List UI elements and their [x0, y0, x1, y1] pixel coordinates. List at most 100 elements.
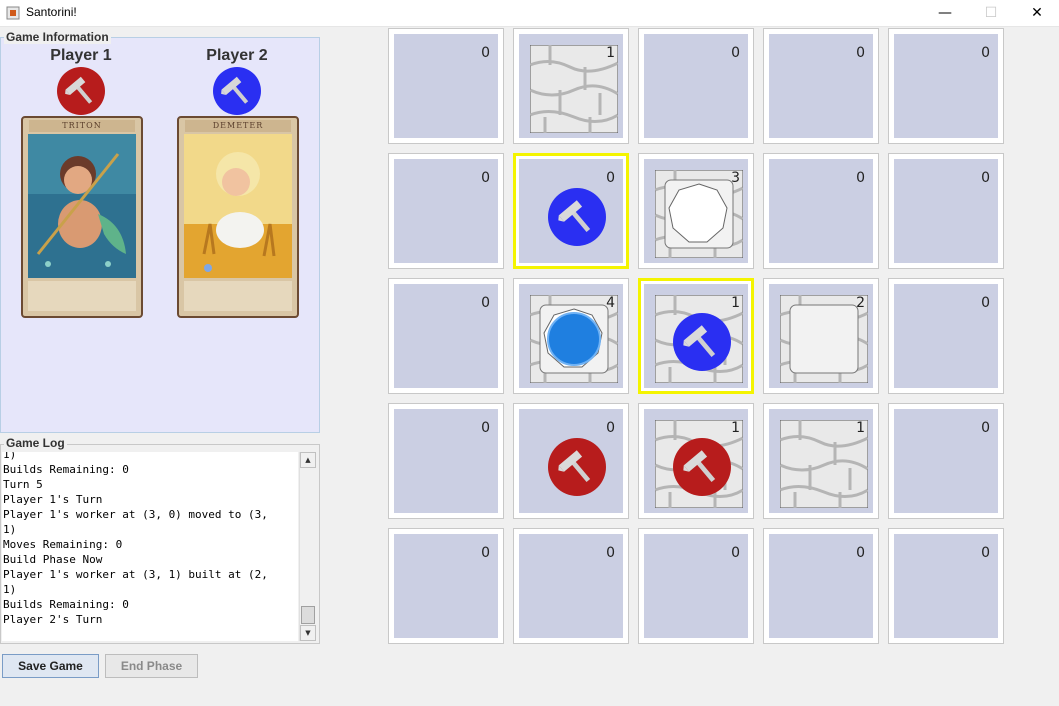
cell-level-label: 0 — [981, 45, 990, 61]
log-line: 1) — [3, 452, 17, 461]
game-information-title: Game Information — [4, 30, 111, 44]
board-cell[interactable]: 0 — [763, 528, 879, 644]
log-line: 1) — [3, 583, 17, 596]
cell-surface: 0 — [894, 409, 998, 513]
board-cell[interactable]: 1 — [638, 278, 754, 394]
maximize-button[interactable]: ☐ — [968, 0, 1014, 26]
board-cell[interactable]: 0 — [513, 403, 629, 519]
board-cell[interactable]: 0 — [763, 153, 879, 269]
board-cell[interactable]: 0 — [388, 278, 504, 394]
hammer-icon — [558, 200, 591, 233]
cell-level-label: 0 — [856, 545, 865, 561]
cell-level-label: 0 — [731, 45, 740, 61]
board-cell[interactable]: 1 — [763, 403, 879, 519]
demeter-illustration — [184, 134, 292, 278]
player1-token — [57, 67, 105, 115]
title-bar: Santorini! — ☐ ✕ — [0, 0, 1059, 27]
game-log-title: Game Log — [4, 436, 67, 450]
scroll-up-arrow-icon[interactable]: ▲ — [300, 452, 316, 468]
cell-surface: 0 — [519, 534, 623, 638]
cell-level-label: 0 — [481, 170, 490, 186]
building-level-1-icon — [530, 45, 618, 133]
board-cell[interactable]: 0 — [513, 528, 629, 644]
board-cell[interactable]: 0 — [888, 28, 1004, 144]
log-line: Player 1's worker at (3, 1) built at (2, — [3, 568, 268, 581]
building-level-3-icon — [655, 170, 743, 258]
cell-level-label: 0 — [481, 545, 490, 561]
cell-level-label: 0 — [981, 295, 990, 311]
board-cell[interactable]: 0 — [388, 28, 504, 144]
cell-level-label: 0 — [731, 545, 740, 561]
log-line: Player 2's Turn — [3, 613, 103, 626]
close-button[interactable]: ✕ — [1014, 0, 1059, 26]
board-cell[interactable]: 4 — [513, 278, 629, 394]
minimize-button[interactable]: — — [922, 0, 968, 26]
cell-level-label: 0 — [981, 420, 990, 436]
cell-level-label: 3 — [731, 170, 740, 186]
board-cell[interactable]: 0 — [513, 153, 629, 269]
player2-name: Player 2 — [206, 47, 268, 64]
log-line: Build Phase Now — [3, 553, 103, 566]
game-log-textarea[interactable]: 1) Builds Remaining: 0 Turn 5 Player 1's Tu… — [2, 452, 298, 641]
log-line: Moves Remaining: 0 — [3, 538, 123, 551]
player1-name: Player 1 — [50, 47, 112, 64]
board-cell[interactable]: 0 — [638, 28, 754, 144]
cell-surface: 0 — [894, 34, 998, 138]
board-cell[interactable]: 0 — [888, 528, 1004, 644]
board-cell[interactable]: 3 — [638, 153, 754, 269]
board-cell[interactable]: 0 — [388, 403, 504, 519]
board-cell[interactable]: 0 — [763, 28, 879, 144]
hammer-icon — [683, 325, 716, 358]
scroll-down-arrow-icon[interactable]: ▼ — [300, 625, 316, 641]
log-line: Player 1's Turn — [3, 493, 103, 506]
building-level-2-icon — [780, 295, 868, 383]
cell-level-label: 0 — [481, 295, 490, 311]
hammer-icon — [558, 450, 591, 483]
cell-level-label: 1 — [731, 420, 740, 436]
cell-surface: 0 — [894, 159, 998, 263]
hammer-icon — [683, 450, 716, 483]
log-line: 1) — [3, 523, 17, 536]
save-game-button[interactable]: Save Game — [2, 654, 99, 678]
cell-surface: 1 — [519, 34, 623, 138]
cell-surface: 1 — [644, 284, 748, 388]
god-card-name: DEMETER — [185, 120, 291, 132]
cell-surface: 0 — [644, 34, 748, 138]
cell-surface: 3 — [644, 159, 748, 263]
hammer-icon — [221, 76, 249, 104]
building-level-4-icon — [530, 295, 618, 383]
cell-level-label: 0 — [481, 420, 490, 436]
cell-surface: 2 — [769, 284, 873, 388]
cell-level-label: 2 — [856, 295, 865, 311]
log-line: Player 1's worker at (3, 0) moved to (3, — [3, 508, 268, 521]
log-scrollbar[interactable]: ▲ ▼ — [299, 452, 316, 641]
java-app-icon — [6, 6, 20, 20]
cell-level-label: 0 — [481, 45, 490, 61]
cell-surface: 0 — [519, 159, 623, 263]
cell-level-label: 0 — [606, 545, 615, 561]
cell-level-label: 0 — [856, 45, 865, 61]
board-cell[interactable]: 0 — [388, 153, 504, 269]
cell-level-label: 4 — [606, 295, 615, 311]
log-line: Builds Remaining: 0 — [3, 463, 129, 476]
cell-surface: 0 — [394, 534, 498, 638]
cell-level-label: 1 — [731, 295, 740, 311]
board-cell[interactable]: 0 — [638, 528, 754, 644]
player1-worker[interactable] — [673, 438, 731, 496]
player2-worker[interactable] — [673, 313, 731, 371]
board-cell[interactable]: 2 — [763, 278, 879, 394]
player1-worker[interactable] — [548, 438, 606, 496]
board-cell[interactable]: 0 — [888, 278, 1004, 394]
board-cell[interactable]: 1 — [513, 28, 629, 144]
player2-worker[interactable] — [548, 188, 606, 246]
board-cell[interactable]: 1 — [638, 403, 754, 519]
end-phase-button[interactable]: End Phase — [105, 654, 198, 678]
board-cell[interactable]: 0 — [888, 153, 1004, 269]
board-cell[interactable]: 0 — [888, 403, 1004, 519]
cell-level-label: 0 — [856, 170, 865, 186]
god-card-footer — [184, 281, 292, 311]
cell-surface: 0 — [644, 534, 748, 638]
scroll-thumb[interactable] — [301, 606, 315, 624]
game-board: 0 1 0 0 0 0 0 3 0 0 0 4 1 2 0 0 0 1 1 0 0 0 0 0 0 — [388, 28, 1010, 646]
board-cell[interactable]: 0 — [388, 528, 504, 644]
